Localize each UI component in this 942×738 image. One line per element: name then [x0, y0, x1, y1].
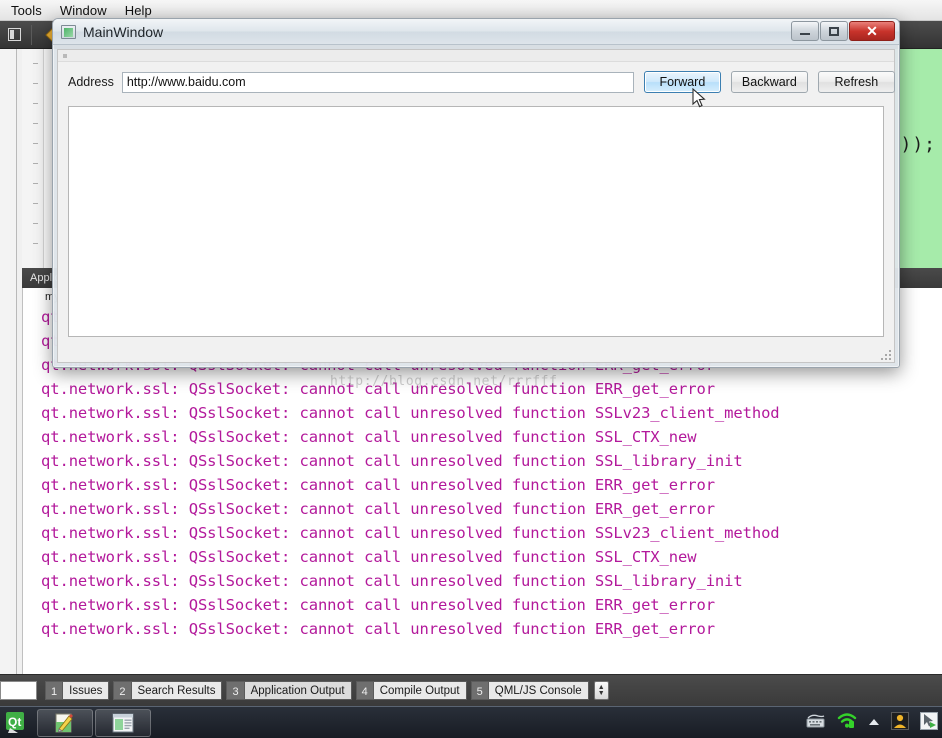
mainwindow-task-icon[interactable]	[95, 708, 151, 737]
keyboard-icon[interactable]	[806, 714, 826, 733]
output-tab-number: 4	[355, 681, 373, 700]
dialog-toolbar-row: Address http://www.baidu.com Forward Bac…	[58, 62, 895, 102]
show-hidden-icons-chevron[interactable]	[868, 714, 880, 732]
toolbar-separator	[31, 24, 32, 45]
output-tab-issues[interactable]: 1 Issues	[45, 681, 110, 700]
window-controls: ✕	[791, 21, 895, 41]
spinner-down-icon[interactable]: ▼	[598, 690, 605, 697]
log-line: qt.network.ssl: QSslSocket: cannot call …	[41, 620, 715, 638]
log-line: qt.network.ssl: QSslSocket: cannot call …	[41, 500, 715, 518]
status-filter-input[interactable]	[0, 681, 37, 700]
menu-item-help[interactable]: Help	[116, 2, 161, 19]
output-tab-application-output[interactable]: 3 Application Output	[226, 681, 352, 700]
menu-item-window[interactable]: Window	[51, 2, 116, 19]
wifi-icon[interactable]	[837, 712, 857, 734]
output-tab-number: 1	[45, 681, 63, 700]
maximize-button[interactable]	[820, 21, 848, 41]
user-account-icon[interactable]	[891, 711, 909, 735]
log-line: qt.network.ssl: QSslSocket: cannot call …	[41, 380, 715, 398]
log-line: qt.network.ssl: QSslSocket: cannot call …	[41, 524, 780, 542]
address-input[interactable]: http://www.baidu.com	[121, 71, 634, 93]
output-tab-label: Search Results	[130, 681, 223, 700]
screen-root: Tools Window Help)); qt.network.ssl: QS…	[0, 0, 942, 738]
close-icon: ✕	[866, 23, 878, 39]
output-tab-number: 5	[470, 681, 488, 700]
output-tab-number: 3	[226, 681, 244, 700]
resize-grip[interactable]	[878, 347, 891, 360]
ide-status-bar: 1 Issues 2 Search Results 3 Application Outpu…	[0, 674, 942, 706]
notepadpp-task-icon[interactable]	[37, 708, 93, 737]
output-tab-label: Issues	[62, 681, 110, 700]
windows-taskbar: Qt	[0, 706, 942, 738]
output-tab-compile-output[interactable]: 4 Compile Output	[355, 681, 467, 700]
address-label: Address	[68, 75, 114, 89]
cursor-tool-icon[interactable]	[920, 711, 938, 735]
refresh-button[interactable]: Refresh	[817, 71, 895, 93]
svg-text:Qt: Qt	[8, 715, 21, 729]
mainwindow-dialog[interactable]: MainWindow ✕ Address http://www.baidu.co…	[52, 18, 900, 368]
backward-button[interactable]: Backward	[730, 71, 808, 93]
output-tab-label: Application Output	[243, 681, 352, 700]
log-line: qt.network.ssl: QSslSocket: cannot call …	[41, 548, 697, 566]
output-tab-spinner[interactable]: ▲ ▼	[593, 681, 609, 700]
log-line: qt.network.ssl: QSslSocket: cannot call …	[41, 428, 697, 446]
dialog-title-bar[interactable]: MainWindow ✕	[53, 19, 899, 45]
forward-button[interactable]: Forward	[643, 71, 721, 93]
output-tab-qml-js-console[interactable]: 5 QML/JS Console	[470, 681, 589, 700]
output-tab-search-results[interactable]: 2 Search Results	[113, 681, 223, 700]
log-line: qt.network.ssl: QSslSocket: cannot call …	[41, 404, 780, 422]
dialog-menu-ribbon[interactable]	[58, 50, 894, 62]
minimize-button[interactable]	[791, 21, 819, 41]
panel-toggle-icon[interactable]	[3, 24, 25, 46]
close-button[interactable]: ✕	[849, 21, 895, 41]
app-window-icon	[61, 24, 76, 39]
log-line: qt.network.ssl: QSslSocket: cannot call …	[41, 572, 743, 590]
dialog-title: MainWindow	[83, 23, 164, 40]
web-view-area[interactable]	[68, 106, 884, 337]
start-button[interactable]: Qt	[1, 708, 35, 738]
log-line: qt.network.ssl: QSslSocket: cannot call …	[41, 596, 715, 614]
output-tab-number: 2	[113, 681, 131, 700]
dialog-content: Address http://www.baidu.com Forward Bac…	[57, 49, 895, 363]
ide-left-strip	[0, 49, 17, 706]
output-tab-label: Compile Output	[372, 681, 467, 700]
output-tab-label: QML/JS Console	[487, 681, 589, 700]
log-line: qt.network.ssl: QSslSocket: cannot call …	[41, 452, 743, 470]
minimize-icon	[800, 32, 810, 35]
menu-item-tools[interactable]: Tools	[2, 2, 51, 19]
code-fragment: ));	[900, 134, 936, 155]
output-tab-strip: 1 Issues 2 Search Results 3 Application Outpu…	[45, 681, 589, 700]
system-tray	[806, 707, 938, 738]
maximize-icon	[829, 26, 839, 36]
log-line: qt.network.ssl: QSslSocket: cannot call …	[41, 476, 715, 494]
